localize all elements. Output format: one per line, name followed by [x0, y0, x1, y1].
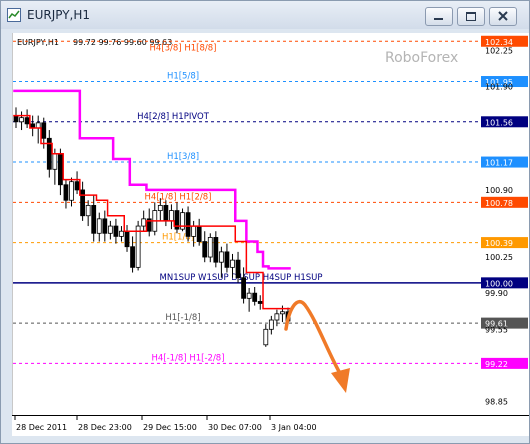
level-badge-text: 102.34 — [485, 38, 513, 47]
candle-body — [41, 122, 47, 139]
forecast-arrow-head — [331, 368, 350, 393]
level-badge-text: 101.56 — [485, 118, 513, 127]
chart-plot-area[interactable]: EURJPY,H1 99.72 99.76 99.60 99.63 RoboFore… — [12, 33, 481, 415]
level-label: H1[3/8] — [167, 152, 199, 162]
candle-body — [80, 189, 86, 217]
candle-body — [135, 225, 141, 268]
candle-body — [213, 237, 219, 263]
candle-body — [141, 218, 147, 227]
candle-body — [230, 259, 235, 268]
candle-body — [102, 218, 108, 234]
candle-body — [218, 251, 224, 263]
maximize-icon — [466, 12, 476, 21]
time-axis-svg: 28 Dec 2011 28 Dec 23:00 29 Dec 15:00 30 De… — [14, 416, 317, 432]
level-label: H4[3/8] H1[8/8] — [150, 43, 217, 53]
chart-app-icon — [7, 8, 21, 22]
time-tick-label: 28 Dec 2011 — [16, 423, 67, 432]
level-label: H1[5/8] — [167, 72, 199, 82]
time-tick-label: 30 Dec 07:00 — [208, 423, 262, 432]
candle-body — [235, 259, 241, 279]
candle-body — [85, 205, 91, 217]
price-axis-svg: 102.34101.95101.56101.17100.78100.39100.… — [481, 35, 528, 407]
candle-body — [74, 181, 80, 191]
candle-body — [113, 225, 119, 237]
candle-body — [119, 230, 124, 237]
price-tick-label: 99.55 — [485, 325, 508, 334]
candle-body — [124, 230, 130, 248]
level-badge-text: 100.78 — [485, 199, 513, 208]
candle-body — [263, 328, 269, 346]
candle-body — [252, 292, 258, 302]
maximize-button[interactable] — [457, 7, 485, 26]
candle-body — [169, 210, 174, 222]
candle-body — [185, 212, 191, 237]
candle-body — [35, 122, 41, 129]
candle-body — [63, 184, 69, 201]
candle-body — [246, 292, 252, 299]
candle-body — [52, 153, 58, 170]
candle-body — [280, 311, 285, 315]
title-bar[interactable]: EURJPY,H1 — [1, 1, 529, 29]
candle-body — [91, 205, 97, 234]
level-badge-text: 101.17 — [485, 159, 513, 168]
forecast-arrow — [284, 300, 343, 377]
chart-window: EURJPY,H1 EURJPY,H1 99.72 99.76 99.60 99.… — [0, 0, 530, 444]
level-badge-text: 100.39 — [485, 239, 513, 248]
candle-body — [13, 115, 19, 123]
candle-body — [69, 181, 74, 201]
time-tick-label: 29 Dec 15:00 — [143, 423, 197, 432]
candle-body — [163, 205, 169, 222]
level-badge-text: 100.00 — [485, 279, 513, 288]
candle-body — [157, 205, 163, 211]
minimize-button[interactable] — [425, 7, 453, 26]
price-tick-label: 100.90 — [485, 186, 513, 195]
price-tick-label: 98.85 — [485, 398, 508, 407]
candle-body — [224, 251, 230, 268]
candle-body — [257, 301, 263, 304]
candle-body — [19, 117, 24, 123]
level-label: H4[-1/8] H1[-2/8] — [151, 353, 224, 363]
candle-body — [207, 237, 213, 258]
level-label: H1[-1/8] — [165, 313, 200, 323]
price-tick-label: 100.25 — [485, 253, 513, 262]
candle-body — [130, 246, 135, 268]
candle-body — [202, 241, 208, 258]
minimize-icon — [434, 18, 443, 20]
price-axis: 102.34 101.95 101.56 101.17 100.78 100.39 100.… — [481, 33, 529, 415]
price-tick-label: 102.25 — [485, 47, 513, 56]
candle-body — [96, 218, 102, 234]
time-tick-label: 3 Jan 04:00 — [271, 423, 317, 432]
watermark-text: RoboForex — [385, 50, 458, 66]
close-icon — [498, 11, 508, 21]
candle-body — [58, 153, 63, 186]
candle-body — [24, 117, 30, 125]
time-axis: 28 Dec 2011 28 Dec 23:00 29 Dec 15:00 30 De… — [12, 415, 529, 436]
level-label: H4[2/8] H1PIVOT — [137, 112, 210, 122]
level-badge-text: 99.22 — [485, 360, 508, 369]
candle-body — [241, 277, 246, 299]
chart-symbol: EURJPY,H1 — [17, 38, 59, 47]
candle-body — [191, 225, 197, 237]
candle-body — [196, 225, 202, 242]
candle-body — [268, 319, 274, 330]
price-chart: EURJPY,H1 99.72 99.76 99.60 99.63RoboFore… — [13, 38, 481, 393]
time-tick-label: 28 Dec 23:00 — [78, 423, 132, 432]
level-label: H4[1/8] H1[2/8] — [145, 192, 212, 202]
close-button[interactable] — [489, 7, 517, 26]
price-tick-label: 99.90 — [485, 289, 508, 298]
candle-body — [107, 225, 113, 234]
price-tick-label: 101.90 — [485, 83, 513, 92]
candle-body — [274, 313, 280, 321]
window-title: EURJPY,H1 — [27, 8, 91, 22]
level-label: MN1SUP W1SUP D1SUP H4SUP H1SUP — [160, 273, 323, 283]
